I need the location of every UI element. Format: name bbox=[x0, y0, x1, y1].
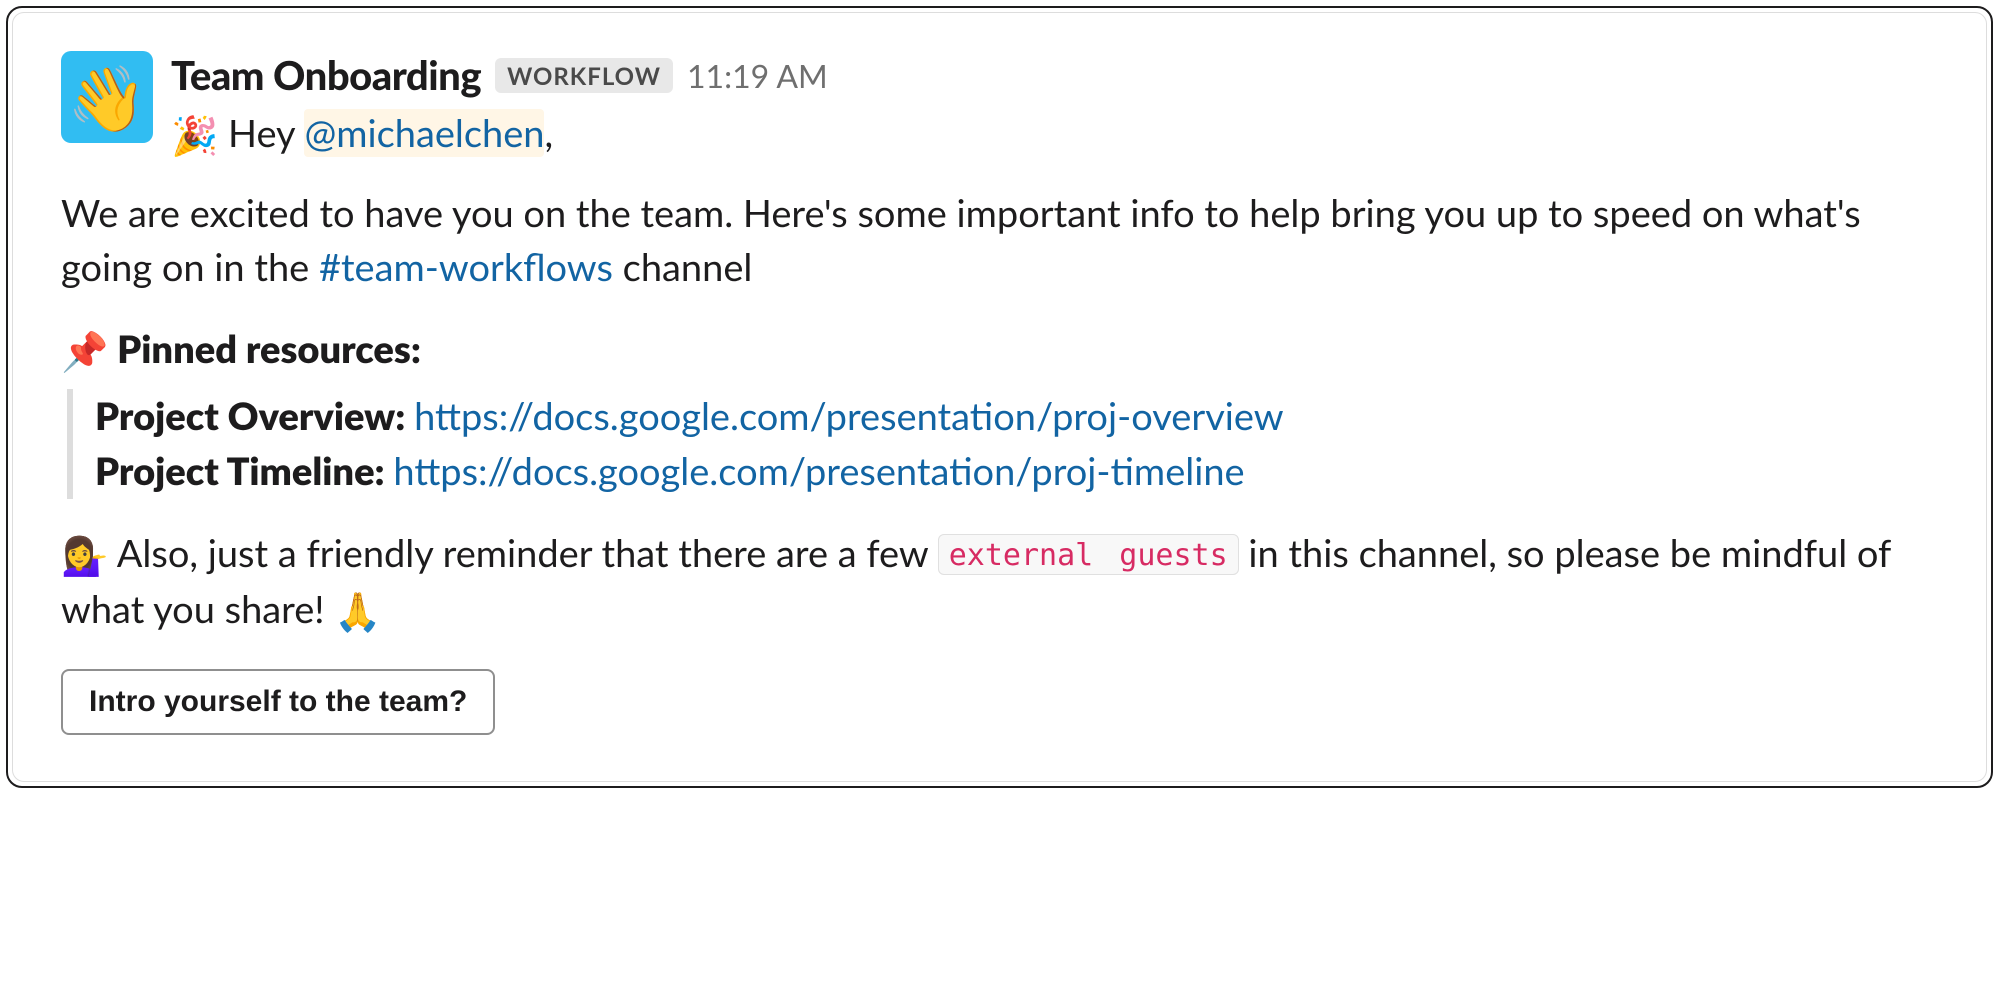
message-card-outer: 👋 Team Onboarding WORKFLOW 11:19 AM 🎉 He… bbox=[6, 6, 1993, 788]
pinned-item-link[interactable]: https://docs.google.com/presentation/pro… bbox=[414, 393, 1284, 439]
person-tipping-hand-icon: 💁‍♀️ bbox=[61, 529, 108, 583]
pinned-item: Project Overview: https://docs.google.co… bbox=[95, 389, 1942, 444]
pushpin-icon: 📌 bbox=[61, 325, 108, 379]
pinned-item: Project Timeline: https://docs.google.co… bbox=[95, 444, 1942, 499]
pinned-heading: 📌 Pinned resources: bbox=[61, 323, 1942, 379]
intro-text-after: channel bbox=[613, 244, 752, 290]
message-content: 🎉 Hey @michaelchen, We are excited to ha… bbox=[171, 107, 1942, 735]
user-mention[interactable]: @michaelchen bbox=[304, 109, 544, 157]
pray-icon: 🙏 bbox=[334, 585, 381, 639]
workflow-badge: WORKFLOW bbox=[495, 58, 673, 93]
greeting-prefix: Hey bbox=[218, 110, 304, 156]
message-row: 👋 Team Onboarding WORKFLOW 11:19 AM 🎉 He… bbox=[61, 51, 1942, 735]
greeting-suffix: , bbox=[544, 110, 553, 156]
cta-row: Intro yourself to the team? bbox=[61, 669, 1942, 735]
wave-icon: 👋 bbox=[67, 65, 147, 129]
reminder-text-before: Also, just a friendly reminder that ther… bbox=[108, 530, 937, 576]
pinned-item-label: Project Overview: bbox=[95, 393, 414, 439]
pinned-item-link[interactable]: https://docs.google.com/presentation/pro… bbox=[393, 448, 1244, 494]
intro-yourself-button[interactable]: Intro yourself to the team? bbox=[61, 669, 495, 735]
workflow-avatar[interactable]: 👋 bbox=[61, 51, 153, 143]
message-timestamp[interactable]: 11:19 AM bbox=[687, 56, 828, 95]
message-body: Team Onboarding WORKFLOW 11:19 AM 🎉 Hey … bbox=[171, 51, 1942, 735]
greeting-line: 🎉 Hey @michaelchen, bbox=[171, 107, 1942, 163]
reminder-paragraph: 💁‍♀️ Also, just a friendly reminder that… bbox=[61, 527, 1942, 639]
party-popper-icon: 🎉 bbox=[171, 109, 218, 163]
message-header: Team Onboarding WORKFLOW 11:19 AM bbox=[171, 51, 1942, 99]
pinned-quote-block: Project Overview: https://docs.google.co… bbox=[67, 389, 1942, 499]
channel-link[interactable]: #team-workflows bbox=[319, 244, 613, 290]
sender-name[interactable]: Team Onboarding bbox=[171, 51, 481, 99]
inline-code-external-guests: external guests bbox=[938, 534, 1239, 575]
message-card: 👋 Team Onboarding WORKFLOW 11:19 AM 🎉 He… bbox=[12, 12, 1987, 782]
message-full-width-block: We are excited to have you on the team. … bbox=[61, 187, 1942, 639]
intro-paragraph: We are excited to have you on the team. … bbox=[61, 187, 1942, 295]
pinned-heading-text: Pinned resources: bbox=[108, 326, 421, 372]
pinned-item-label: Project Timeline: bbox=[95, 448, 393, 494]
